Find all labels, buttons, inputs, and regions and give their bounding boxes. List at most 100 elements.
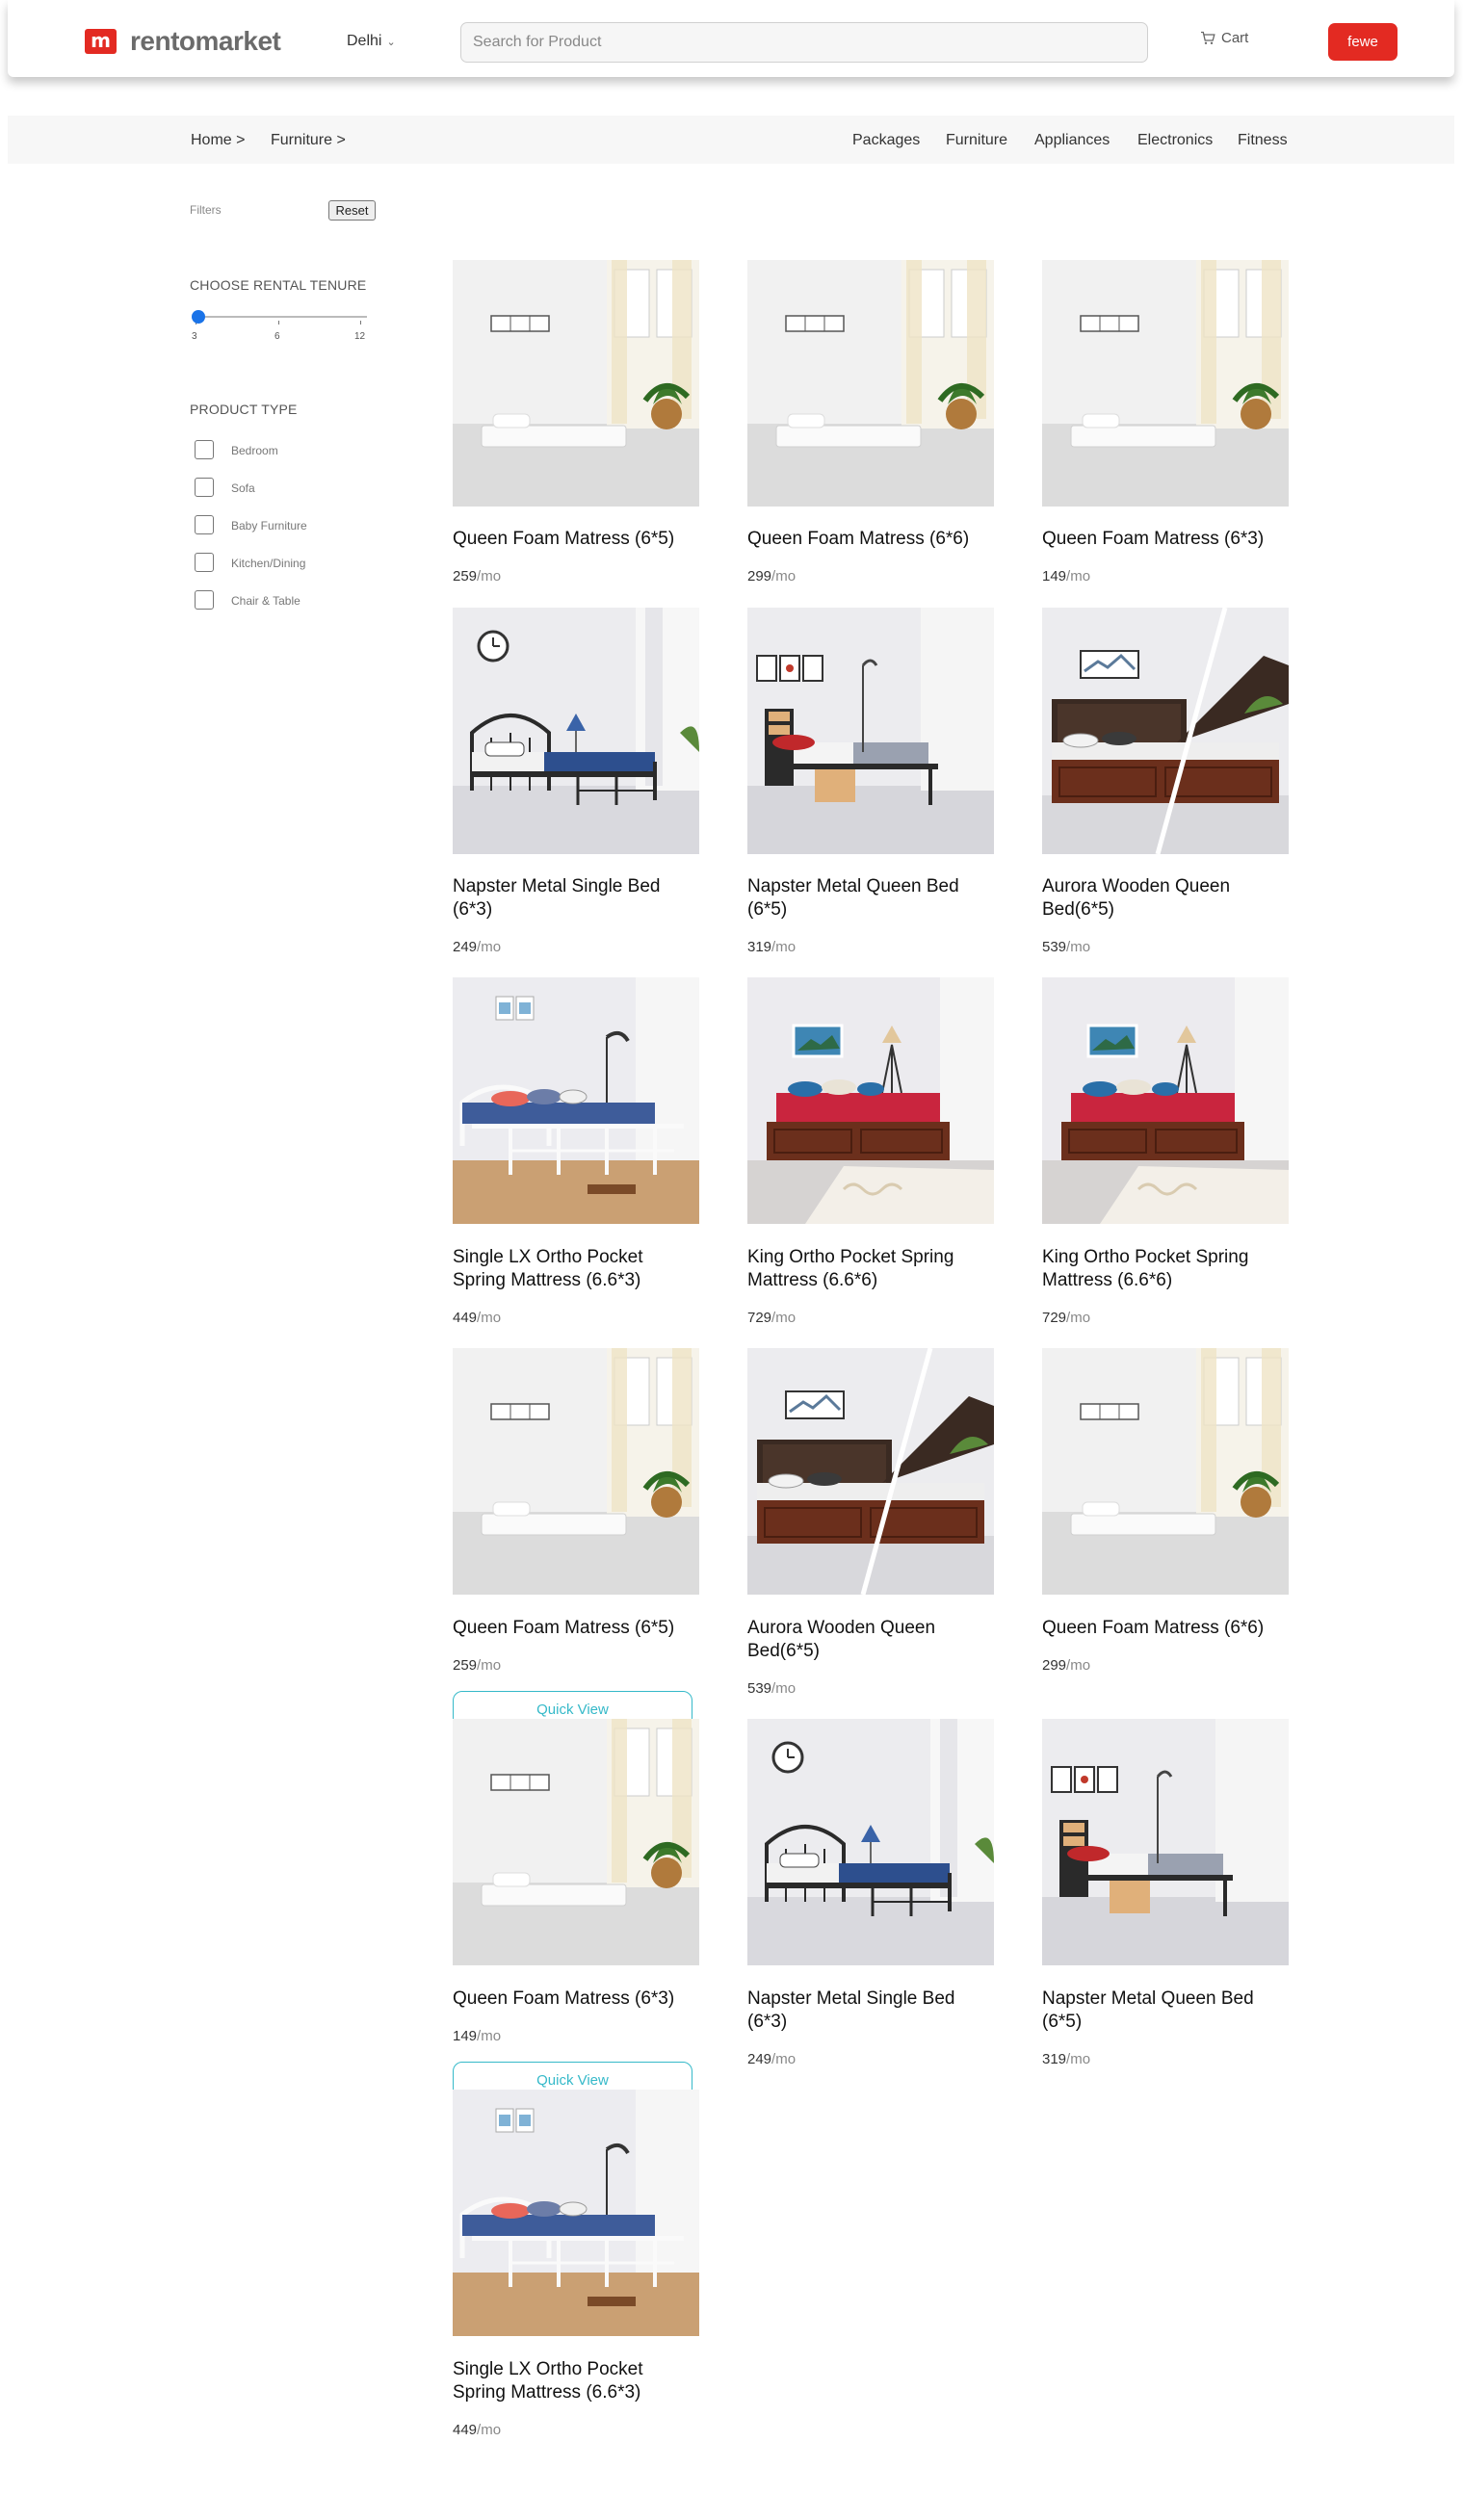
search-input[interactable] [460,22,1148,63]
product-image[interactable] [1042,1719,1289,1965]
breadcrumb-home[interactable]: Home > [191,132,245,149]
filter-label-chair-table[interactable]: Chair & Table [231,594,300,608]
price-suffix: /mo [771,568,797,585]
product-title[interactable]: Queen Foam Matress (6*5) [453,528,699,551]
price-suffix: /mo [477,939,502,955]
price-suffix: /mo [477,568,502,585]
logo-mark-icon: m [85,29,117,54]
product-title[interactable]: Single LX Ortho Pocket Spring Mattress (… [453,2358,699,2404]
cart-icon [1201,31,1215,44]
product-photo-foam-mattress [747,260,994,507]
product-image[interactable] [453,260,699,507]
product-price: 259/mo [453,568,501,585]
tenure-tick-label: 3 [192,331,197,342]
filter-label-baby-furniture[interactable]: Baby Furniture [231,519,307,533]
product-title[interactable]: Napster Metal Single Bed (6*3) [747,1987,994,2034]
price-value: 259 [453,568,478,585]
reset-filters-button[interactable]: Reset [328,200,376,221]
product-title[interactable]: Queen Foam Matress (6*5) [453,1617,699,1640]
product-type-heading: PRODUCT TYPE [190,402,298,417]
price-value: 149 [1042,568,1067,585]
product-price: 299/mo [747,568,796,585]
product-title[interactable]: Queen Foam Matress (6*6) [1042,1617,1289,1640]
tenure-tick-label: 12 [354,331,366,342]
product-image[interactable] [747,1348,994,1595]
product-image[interactable] [1042,608,1289,854]
user-account-button[interactable]: fewe [1328,23,1398,61]
product-image[interactable] [1042,260,1289,507]
product-title[interactable]: King Ortho Pocket Spring Mattress (6.6*6… [1042,1246,1289,1292]
product-title[interactable]: Aurora Wooden Queen Bed(6*5) [747,1617,994,1663]
product-title[interactable]: King Ortho Pocket Spring Mattress (6.6*6… [747,1246,994,1292]
product-price: 249/mo [747,2051,796,2067]
price-suffix: /mo [771,2051,797,2067]
product-photo-king-red-bed [747,977,994,1224]
price-suffix: /mo [1066,568,1091,585]
tenure-tick [278,321,279,325]
product-title[interactable]: Queen Foam Matress (6*3) [1042,528,1289,551]
product-image[interactable] [1042,1348,1289,1595]
price-value: 729 [747,1310,772,1326]
cart-link[interactable]: Cart [1200,30,1248,46]
site-logo[interactable]: m rentomarket [85,26,281,56]
product-photo-king-red-bed [1042,977,1289,1224]
price-suffix: /mo [771,1680,797,1697]
price-value: 449 [453,1310,478,1326]
product-image[interactable] [453,1719,699,1965]
product-image[interactable] [453,2090,699,2336]
breadcrumb-furniture[interactable]: Furniture > [271,132,346,149]
product-title[interactable]: Single LX Ortho Pocket Spring Mattress (… [453,1246,699,1292]
product-photo-foam-mattress [453,260,699,507]
chevron-down-icon: ⌄ [386,36,396,48]
product-title[interactable]: Napster Metal Single Bed (6*3) [453,875,699,922]
tenure-tick [360,321,361,325]
product-photo-foam-mattress [1042,260,1289,507]
price-suffix: /mo [1066,1310,1091,1326]
filter-label-bedroom[interactable]: Bedroom [231,444,278,457]
checkbox-kitchen-dining[interactable] [195,553,214,572]
product-image[interactable] [453,1348,699,1595]
checkbox-sofa[interactable] [195,478,214,497]
tenure-slider-handle[interactable] [192,310,205,324]
checkbox-chair-table[interactable] [195,590,214,610]
product-photo-metal-bed-red [1042,1719,1289,1965]
product-photo-metal-bed-clock [747,1719,994,1965]
product-image[interactable] [747,1719,994,1965]
product-price: 449/mo [453,1310,501,1326]
tenure-tick-label: 6 [274,331,280,342]
nav-packages[interactable]: Packages [852,132,920,149]
price-value: 249 [453,939,478,955]
city-selector[interactable]: Delhi ⌄ [347,33,396,50]
price-value: 299 [1042,1657,1067,1674]
product-title[interactable]: Napster Metal Queen Bed (6*5) [747,875,994,922]
filter-label-sofa[interactable]: Sofa [231,481,255,495]
product-image[interactable] [747,260,994,507]
product-image[interactable] [747,608,994,854]
price-suffix: /mo [477,1310,502,1326]
nav-furniture[interactable]: Furniture [946,132,1007,149]
tenure-slider-track[interactable] [196,316,367,318]
product-title[interactable]: Napster Metal Queen Bed (6*5) [1042,1987,1289,2034]
product-image[interactable] [1042,977,1289,1224]
checkbox-bedroom[interactable] [195,440,214,459]
product-title[interactable]: Queen Foam Matress (6*6) [747,528,994,551]
price-value: 149 [453,2028,478,2044]
product-image[interactable] [453,977,699,1224]
filter-label-kitchen-dining[interactable]: Kitchen/Dining [231,557,305,570]
price-suffix: /mo [1066,1657,1091,1674]
nav-fitness[interactable]: Fitness [1238,132,1288,149]
checkbox-baby-furniture[interactable] [195,515,214,534]
product-photo-white-metal-bed [453,977,699,1224]
price-value: 729 [1042,1310,1067,1326]
product-title[interactable]: Aurora Wooden Queen Bed(6*5) [1042,875,1289,922]
product-image[interactable] [747,977,994,1224]
nav-electronics[interactable]: Electronics [1137,132,1213,149]
product-image[interactable] [453,608,699,854]
product-price: 539/mo [747,1680,796,1697]
product-photo-metal-bed-red [747,608,994,854]
product-price: 729/mo [1042,1310,1090,1326]
logo-text: rentomarket [130,26,281,56]
price-value: 449 [453,2422,478,2438]
product-title[interactable]: Queen Foam Matress (6*3) [453,1987,699,2011]
nav-appliances[interactable]: Appliances [1034,132,1110,149]
